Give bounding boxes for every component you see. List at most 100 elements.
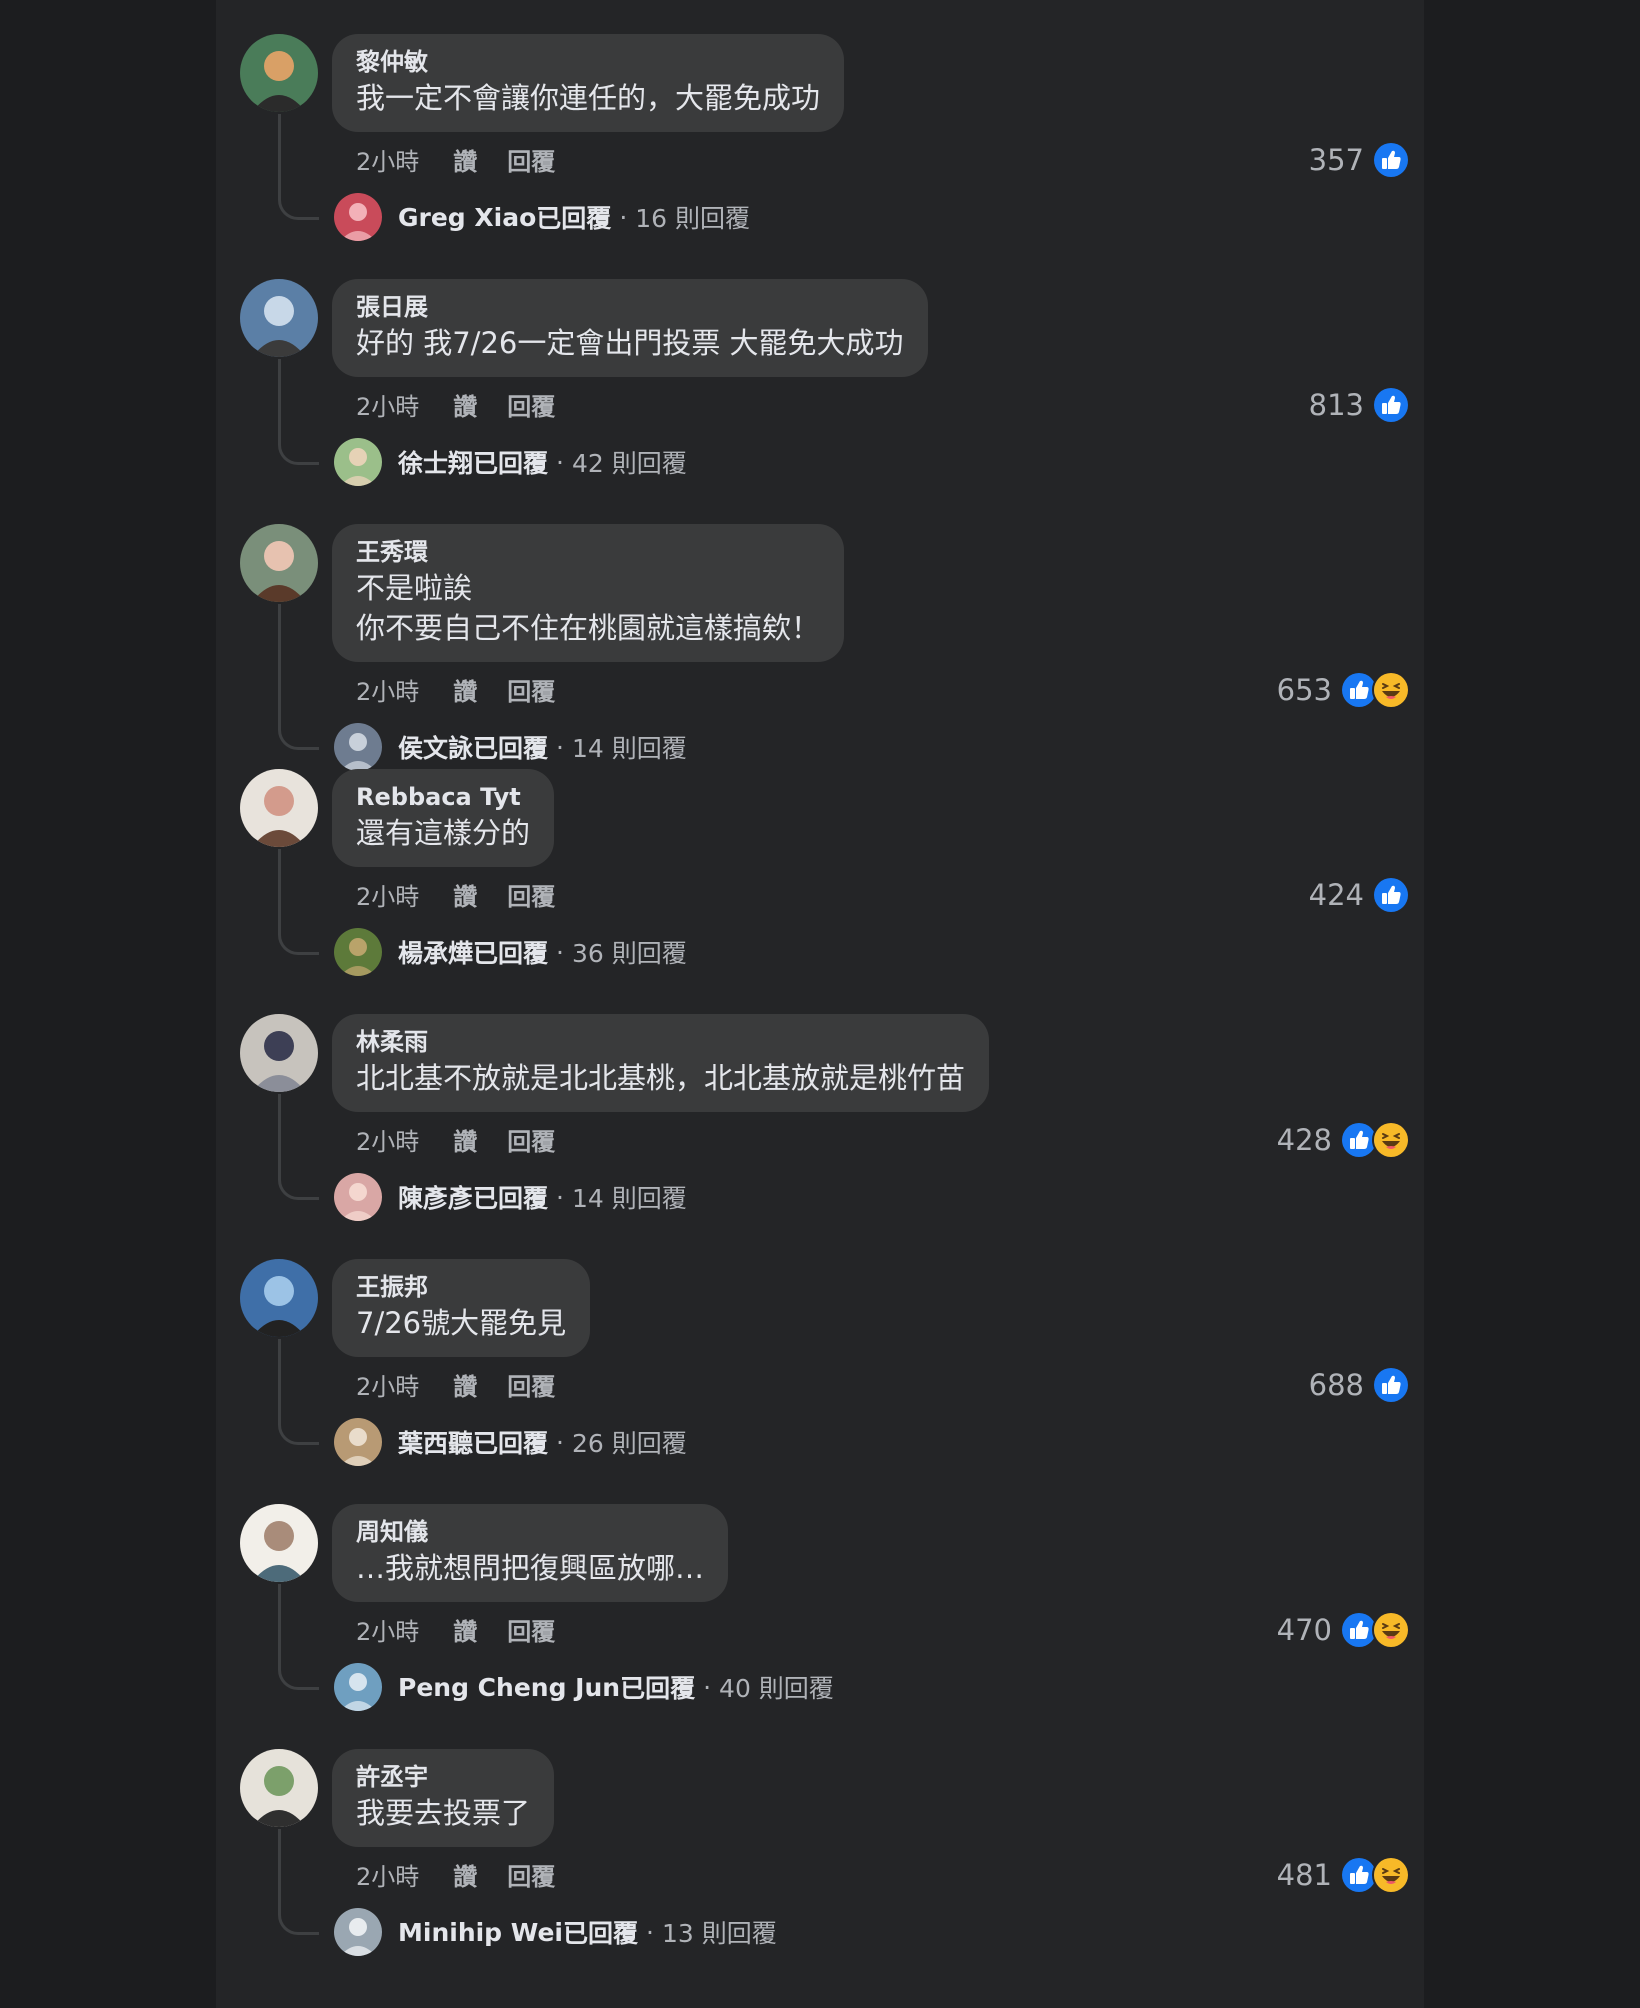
comment-author[interactable]: 許丞宇 — [356, 1761, 530, 1793]
haha-reaction-icon[interactable] — [1372, 1121, 1410, 1159]
replied-label: 已回覆 — [536, 204, 612, 233]
view-replies-link[interactable]: 陳彥彥 已回覆 · 14 則回覆 — [334, 1172, 687, 1222]
like-button[interactable]: 讚 — [453, 1367, 477, 1407]
reaction-count[interactable]: 357 — [1309, 143, 1364, 177]
comment-author[interactable]: 張日展 — [356, 291, 904, 323]
replier-avatar — [334, 1173, 382, 1221]
comment-text-line: 我要去投票了 — [356, 1796, 531, 1830]
replied-label: 已回覆 — [620, 1674, 696, 1703]
like-reaction-icon[interactable] — [1372, 386, 1410, 424]
reply-button[interactable]: 回覆 — [507, 1122, 555, 1162]
haha-reaction-icon[interactable] — [1372, 1611, 1410, 1649]
separator-dot: · — [619, 202, 628, 232]
like-button[interactable]: 讚 — [453, 1122, 477, 1162]
replier-name: 葉西聽 — [398, 1429, 474, 1458]
like-button[interactable]: 讚 — [453, 142, 477, 182]
replier-name: 徐士翔 — [398, 449, 474, 478]
comment-timestamp[interactable]: 2小時 — [356, 1122, 419, 1162]
commenter-avatar[interactable] — [240, 1259, 318, 1337]
replier-avatar — [334, 438, 382, 486]
view-replies-link[interactable]: Greg Xiao 已回覆 · 16 則回覆 — [334, 192, 750, 242]
like-button[interactable]: 讚 — [453, 1857, 477, 1897]
reaction-summary[interactable]: 653 — [1277, 670, 1410, 710]
reply-count: 13 則回覆 — [661, 1919, 777, 1948]
commenter-avatar[interactable] — [240, 1749, 318, 1827]
reply-thread-line — [278, 1584, 319, 1690]
comment-bubble: 林柔雨 北北基不放就是北北基桃，北北基放就是桃竹苗 — [332, 1014, 990, 1112]
reply-button[interactable]: 回覆 — [507, 142, 555, 182]
reply-thread-line — [278, 1829, 319, 1935]
commenter-avatar[interactable] — [240, 524, 318, 602]
like-button[interactable]: 讚 — [453, 387, 477, 427]
reaction-summary[interactable]: 688 — [1309, 1365, 1410, 1405]
like-reaction-icon[interactable] — [1372, 141, 1410, 179]
reply-button[interactable]: 回覆 — [507, 1612, 555, 1652]
reply-button[interactable]: 回覆 — [507, 387, 555, 427]
reaction-count[interactable]: 653 — [1277, 673, 1332, 707]
comment: 黎仲敏 我一定不會讓你連任的，大罷免成功 2小時讚回覆 357 Greg Xiao 已回覆… — [216, 0, 1424, 245]
comment-actions: 2小時讚回覆 — [356, 1857, 555, 1897]
reaction-summary[interactable]: 428 — [1277, 1120, 1410, 1160]
comment-author[interactable]: 黎仲敏 — [356, 46, 820, 78]
view-replies-link[interactable]: Peng Cheng Jun 已回覆 · 40 則回覆 — [334, 1662, 834, 1712]
comment-timestamp[interactable]: 2小時 — [356, 877, 419, 917]
reaction-count[interactable]: 428 — [1277, 1123, 1332, 1157]
reply-button[interactable]: 回覆 — [507, 672, 555, 712]
reply-button[interactable]: 回覆 — [507, 877, 555, 917]
comment: 許丞宇 我要去投票了 2小時讚回覆 481 Minihip Wei 已回覆 · 13 則回覆 — [216, 1715, 1424, 1960]
view-replies-link[interactable]: 徐士翔 已回覆 · 42 則回覆 — [334, 437, 687, 487]
like-button[interactable]: 讚 — [453, 877, 477, 917]
comment-timestamp[interactable]: 2小時 — [356, 387, 419, 427]
reply-count: 26 則回覆 — [571, 1429, 687, 1458]
reply-count: 40 則回覆 — [719, 1674, 834, 1703]
reaction-count[interactable]: 481 — [1277, 1858, 1332, 1892]
commenter-avatar[interactable] — [240, 34, 318, 112]
comment-bubble: 王秀環 不是啦誒 你不要自己不住在桃園就這樣搞欸！ — [332, 524, 845, 662]
comment: 林柔雨 北北基不放就是北北基桃，北北基放就是桃竹苗 2小時讚回覆 428 陳彥彥 已回覆 ·… — [216, 980, 1424, 1225]
haha-reaction-icon[interactable] — [1372, 671, 1410, 709]
reply-button[interactable]: 回覆 — [507, 1857, 555, 1897]
replier-avatar — [334, 193, 382, 241]
comment-timestamp[interactable]: 2小時 — [356, 672, 419, 712]
reaction-summary[interactable]: 424 — [1309, 875, 1410, 915]
separator-dot: · — [703, 1672, 712, 1702]
comment-actions: 2小時讚回覆 — [356, 387, 555, 427]
like-reaction-icon[interactable] — [1372, 876, 1410, 914]
replied-label: 已回覆 — [473, 1429, 549, 1458]
comment-author[interactable]: 周知儀 — [356, 1516, 704, 1548]
comment-author[interactable]: 林柔雨 — [356, 1026, 965, 1058]
reaction-summary[interactable]: 357 — [1309, 140, 1410, 180]
haha-reaction-icon[interactable] — [1372, 1856, 1410, 1894]
comment-author[interactable]: Rebbaca Tyt — [356, 781, 530, 813]
comment-timestamp[interactable]: 2小時 — [356, 1857, 419, 1897]
reply-button[interactable]: 回覆 — [507, 1367, 555, 1407]
comment-author[interactable]: 王振邦 — [356, 1271, 566, 1303]
like-button[interactable]: 讚 — [453, 672, 477, 712]
replier-avatar — [334, 1663, 382, 1711]
commenter-avatar[interactable] — [240, 1504, 318, 1582]
comment-text-line: 好的 我7/26一定會出門投票 大罷免大成功 — [356, 326, 904, 360]
reaction-summary[interactable]: 813 — [1309, 385, 1410, 425]
replier-name: 楊承燁 — [398, 939, 474, 968]
reaction-count[interactable]: 688 — [1309, 1368, 1364, 1402]
like-button[interactable]: 讚 — [453, 1612, 477, 1652]
comment-timestamp[interactable]: 2小時 — [356, 1367, 419, 1407]
comment-timestamp[interactable]: 2小時 — [356, 1612, 419, 1652]
like-reaction-icon[interactable] — [1372, 1366, 1410, 1404]
view-replies-link[interactable]: Minihip Wei 已回覆 · 13 則回覆 — [334, 1907, 777, 1957]
reaction-count[interactable]: 470 — [1277, 1613, 1332, 1647]
commenter-avatar[interactable] — [240, 769, 318, 847]
reaction-summary[interactable]: 470 — [1277, 1610, 1410, 1650]
reply-count: 16 則回覆 — [635, 204, 751, 233]
reaction-summary[interactable]: 481 — [1277, 1855, 1410, 1895]
reaction-count[interactable]: 813 — [1309, 388, 1364, 422]
view-replies-link[interactable]: 葉西聽 已回覆 · 26 則回覆 — [334, 1417, 687, 1467]
comment-author[interactable]: 王秀環 — [356, 536, 820, 568]
comment-text-line: 不是啦誒 — [356, 571, 473, 605]
comment-bubble: 許丞宇 我要去投票了 — [332, 1749, 555, 1847]
comment-timestamp[interactable]: 2小時 — [356, 142, 419, 182]
commenter-avatar[interactable] — [240, 279, 318, 357]
reaction-count[interactable]: 424 — [1309, 878, 1364, 912]
view-replies-link[interactable]: 楊承燁 已回覆 · 36 則回覆 — [334, 927, 687, 977]
commenter-avatar[interactable] — [240, 1014, 318, 1092]
